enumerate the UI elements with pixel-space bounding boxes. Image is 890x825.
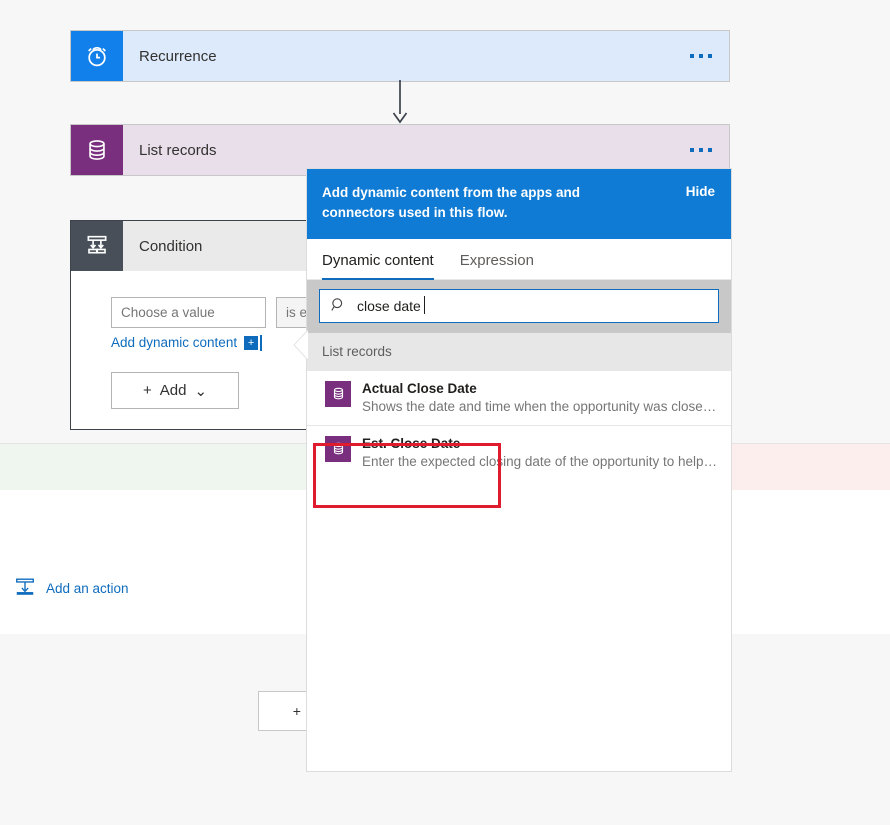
panel-search-wrap: close date xyxy=(307,279,731,333)
database-icon xyxy=(325,435,351,462)
panel-hide-button[interactable]: Hide xyxy=(686,183,715,199)
dynamic-content-panel: Add dynamic content from the apps and co… xyxy=(306,168,732,772)
chevron-down-icon: ⌄ xyxy=(194,382,208,400)
database-icon xyxy=(325,380,351,407)
card-overflow-menu-recurrence[interactable] xyxy=(673,31,729,81)
flow-card-title: Recurrence xyxy=(139,47,217,65)
list-item-description: Enter the expected closing date of the o… xyxy=(362,454,717,470)
condition-add-button[interactable]: + Add ⌄ xyxy=(111,372,239,409)
flow-connector-arrow xyxy=(392,80,408,124)
list-item[interactable]: Actual Close Date Shows the date and tim… xyxy=(307,371,731,426)
list-item-description: Shows the date and time when the opportu… xyxy=(362,398,717,414)
list-item-title: Est. Close Date xyxy=(362,435,461,451)
add-action-yes[interactable]: Add an action xyxy=(14,576,129,601)
panel-banner-text: Add dynamic content from the apps and co… xyxy=(322,185,581,221)
dynamic-content-plus-icon: + xyxy=(244,334,263,351)
list-item-text: Est. Close Date Enter the expected closi… xyxy=(362,435,717,471)
panel-callout-pointer xyxy=(293,330,308,360)
panel-group-header: List records xyxy=(307,332,731,371)
search-icon xyxy=(330,296,347,316)
add-dynamic-content-link[interactable]: Add dynamic content + xyxy=(111,334,263,351)
search-input[interactable]: close date xyxy=(319,288,719,323)
list-item-title: Actual Close Date xyxy=(362,380,477,396)
flow-card-recurrence[interactable]: Recurrence xyxy=(70,30,730,82)
search-input-value: close date xyxy=(357,295,425,314)
insert-action-icon xyxy=(14,576,36,601)
plus-icon: + xyxy=(142,382,152,399)
panel-tabs: Dynamic content Expression xyxy=(307,238,731,280)
condition-add-label: Add xyxy=(159,382,187,399)
database-icon xyxy=(71,125,123,175)
list-item[interactable]: Est. Close Date Enter the expected closi… xyxy=(307,426,731,480)
list-item-text: Actual Close Date Shows the date and tim… xyxy=(362,380,717,416)
add-dynamic-content-label: Add dynamic content xyxy=(111,335,238,350)
alarm-clock-icon xyxy=(71,31,123,81)
tab-dynamic-content[interactable]: Dynamic content xyxy=(322,252,434,280)
add-action-label: Add an action xyxy=(46,581,129,596)
dynamic-content-list: Actual Close Date Shows the date and tim… xyxy=(307,370,731,771)
panel-banner: Add dynamic content from the apps and co… xyxy=(307,169,731,239)
tab-expression[interactable]: Expression xyxy=(460,252,534,280)
condition-branch-icon xyxy=(71,221,123,271)
condition-value-input[interactable] xyxy=(111,297,266,328)
